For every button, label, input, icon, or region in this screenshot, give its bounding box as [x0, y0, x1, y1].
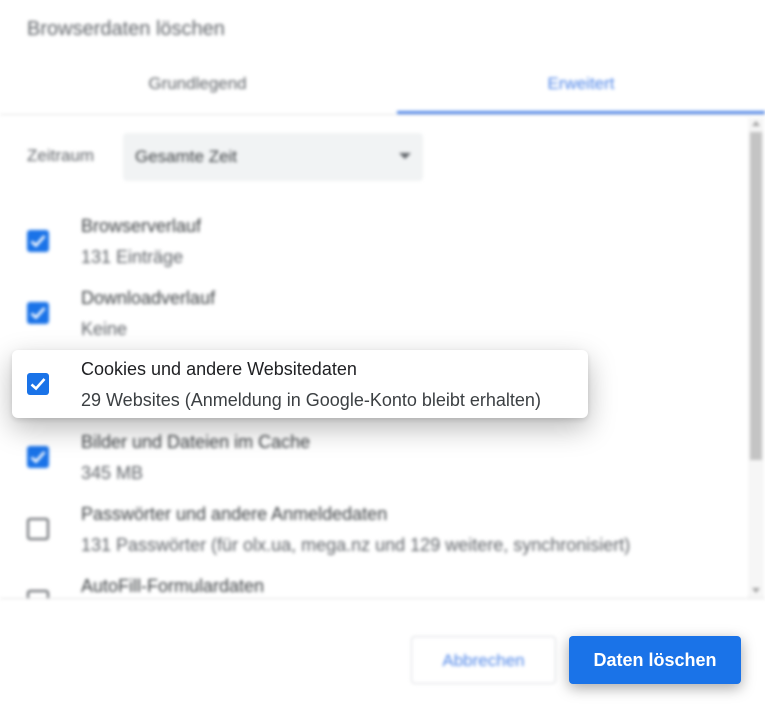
checkbox-cookies[interactable] [27, 373, 49, 395]
item-title: Downloadverlauf [81, 288, 216, 308]
checkmark-icon [30, 307, 46, 320]
footer-divider [0, 598, 765, 599]
checkmark-icon [30, 451, 46, 464]
list-item-passwords[interactable]: Passwörter und andere Anmeldedaten 131 P… [0, 504, 740, 576]
item-subtitle: 131 Einträge [81, 247, 184, 267]
time-range-select[interactable]: Gesamte Zeit [123, 133, 423, 181]
time-range-value: Gesamte Zeit [135, 147, 238, 166]
tab-basic[interactable]: Grundlegend [0, 60, 395, 112]
checkbox-passwords[interactable] [27, 518, 49, 540]
checkmark-icon [30, 378, 46, 391]
list-item-cached-images[interactable]: Bilder und Dateien im Cache 345 MB [0, 432, 740, 504]
dropdown-arrow-icon [399, 153, 411, 159]
checkmark-icon [30, 235, 46, 248]
item-subtitle: 345 MB [81, 463, 144, 483]
list-item-autofill[interactable]: AutoFill-Formulardaten [0, 576, 740, 598]
clear-browsing-data-dialog: Browserdaten löschen Grundlegend Erweite… [0, 0, 765, 713]
checkbox-browsing-history[interactable] [27, 230, 49, 252]
item-title: AutoFill-Formulardaten [81, 576, 265, 596]
item-title: Passwörter und andere Anmeldedaten [81, 504, 388, 524]
item-title: Cookies und andere Websitedaten [81, 359, 357, 379]
tab-advanced[interactable]: Erweitert [397, 60, 765, 114]
item-subtitle: Keine [81, 319, 128, 339]
list-item-browsing-history[interactable]: Browserverlauf 131 Einträge [0, 216, 740, 288]
scroll-up-icon[interactable] [752, 121, 760, 126]
item-subtitle: 29 Websites (Anmeldung in Google-Konto b… [81, 390, 541, 410]
scrollbar-thumb[interactable] [750, 132, 762, 460]
time-range-label: Zeitraum [27, 146, 95, 165]
checkbox-cached-images[interactable] [27, 446, 49, 468]
cancel-button[interactable]: Abbrechen [411, 636, 556, 684]
scroll-down-icon[interactable] [752, 588, 760, 593]
checkbox-autofill[interactable] [27, 590, 49, 598]
item-subtitle: 131 Passwörter (für olx.ua, mega.nz und … [81, 535, 631, 555]
item-title: Bilder und Dateien im Cache [81, 432, 311, 452]
tab-bar: Grundlegend Erweitert [0, 60, 765, 115]
checkbox-download-history[interactable] [27, 302, 49, 324]
item-title: Browserverlauf [81, 216, 202, 236]
clear-data-button[interactable]: Daten löschen [569, 636, 741, 684]
list-item-cookies[interactable]: Cookies und andere Websitedaten 29 Websi… [12, 350, 588, 418]
dialog-title: Browserdaten löschen [27, 18, 225, 40]
